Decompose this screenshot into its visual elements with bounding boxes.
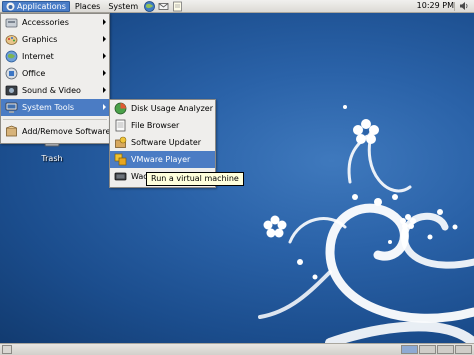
menu-item-add-remove-software[interactable]: Add/Remove Software <box>1 123 111 140</box>
menu-item-label: VMware Player <box>131 155 191 164</box>
workspace-3[interactable] <box>437 345 454 354</box>
menu-item-office[interactable]: Office <box>1 65 109 82</box>
menu-item-label: Add/Remove Software <box>22 127 111 136</box>
menu-item-label: Graphics <box>22 35 58 44</box>
system-menu-button[interactable]: System <box>105 1 141 12</box>
menu-item-internet[interactable]: Internet <box>1 48 109 65</box>
disk-usage-analyzer-icon <box>114 102 127 115</box>
top-panel: Applications Places System 10:29 PM <box>0 0 474 13</box>
office-icon <box>5 67 18 80</box>
internet-icon <box>5 50 18 63</box>
wacom-icon <box>114 172 127 181</box>
workspace-1[interactable] <box>401 345 418 354</box>
menu-item-label: Software Updater <box>131 138 202 147</box>
submenu-arrow-icon <box>103 19 106 25</box>
sound-video-icon <box>5 85 18 96</box>
menu-separator <box>3 119 107 120</box>
show-desktop-button[interactable] <box>2 345 12 354</box>
panel-separator <box>454 2 455 11</box>
menu-item-label: File Browser <box>131 121 180 130</box>
graphics-icon <box>5 35 18 45</box>
add-remove-software-icon <box>6 125 17 137</box>
accessories-icon <box>5 18 18 28</box>
volume-icon[interactable] <box>459 1 469 11</box>
email-launcher-icon[interactable] <box>158 1 169 12</box>
submenu-arrow-icon <box>103 53 106 59</box>
menu-item-label: System Tools <box>22 103 75 112</box>
menu-item-disk-usage-analyzer[interactable]: Disk Usage Analyzer <box>110 100 215 117</box>
workspace-switcher <box>401 345 472 354</box>
places-menu-label: Places <box>74 1 101 11</box>
submenu-arrow-icon <box>103 70 106 76</box>
menu-item-graphics[interactable]: Graphics <box>1 31 109 48</box>
menu-item-software-updater[interactable]: Software Updater <box>110 134 215 151</box>
panel-clock[interactable]: 10:29 PM <box>417 0 454 12</box>
menu-item-vmware-player[interactable]: VMware Player <box>110 151 215 168</box>
vmware-player-tooltip: Run a virtual machine <box>146 172 244 186</box>
menu-item-system-tools[interactable]: System Tools <box>1 99 109 116</box>
menu-item-file-browser[interactable]: File Browser <box>110 117 215 134</box>
notes-launcher-icon[interactable] <box>172 1 183 12</box>
applications-menu: Accessories Graphics Internet Office Sou… <box>0 13 110 144</box>
system-menu-label: System <box>108 1 139 11</box>
submenu-arrow-icon <box>103 36 106 42</box>
menu-item-sound-video[interactable]: Sound & Video <box>1 82 109 99</box>
workspace-4[interactable] <box>455 345 472 354</box>
menu-item-label: Sound & Video <box>22 86 81 95</box>
file-browser-icon <box>115 119 126 132</box>
bottom-panel <box>0 343 474 355</box>
menu-item-label: Accessories <box>22 18 69 27</box>
desktop-icon-label: Trash <box>41 154 63 163</box>
web-browser-launcher-icon[interactable] <box>144 0 156 12</box>
menu-item-label: Internet <box>22 52 54 61</box>
foot-logo-icon <box>6 2 15 10</box>
vmware-player-icon <box>114 153 127 166</box>
submenu-arrow-icon <box>103 104 106 110</box>
places-menu-button[interactable]: Places <box>72 1 103 12</box>
system-tools-icon <box>5 102 18 113</box>
software-updater-icon <box>115 136 127 148</box>
menu-item-label: Office <box>22 69 46 78</box>
applications-menu-button[interactable]: Applications <box>2 0 70 12</box>
applications-menu-label: Applications <box>17 1 66 11</box>
menu-item-label: Disk Usage Analyzer <box>131 104 214 113</box>
menu-item-accessories[interactable]: Accessories <box>1 14 109 31</box>
submenu-arrow-icon <box>103 87 106 93</box>
workspace-2[interactable] <box>419 345 436 354</box>
